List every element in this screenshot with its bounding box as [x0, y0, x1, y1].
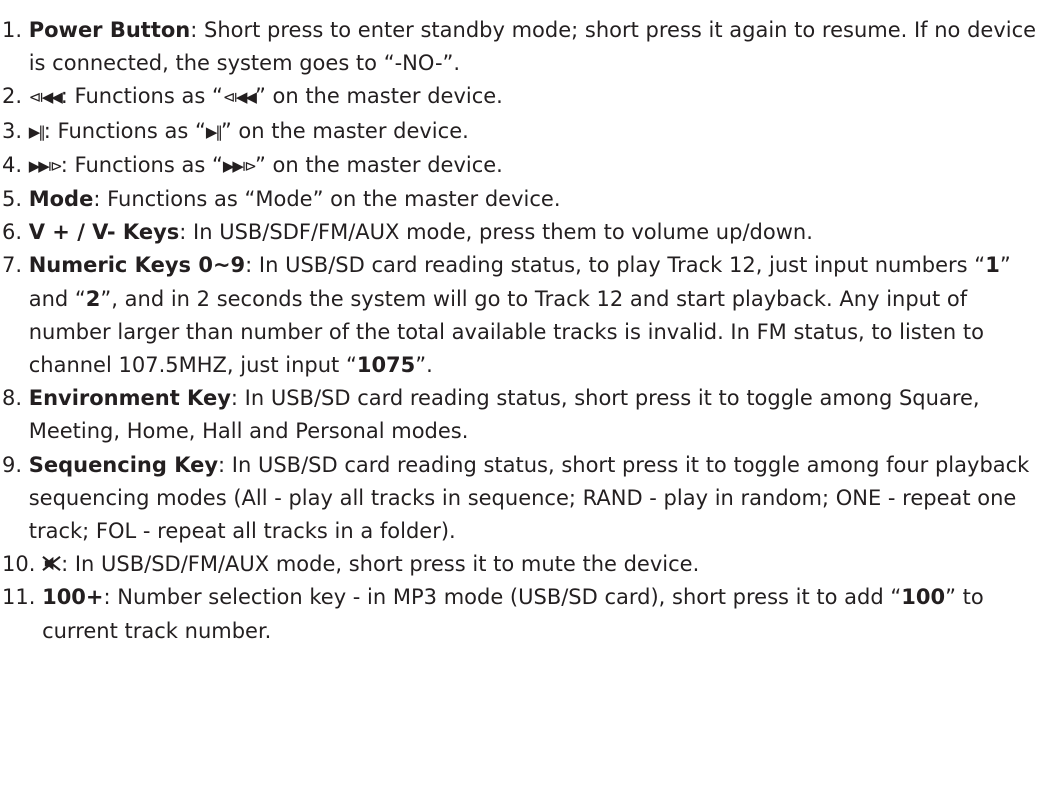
list-item-mute: 10. : In USB/SD/FM/AUX mode, short press…	[2, 548, 1037, 581]
item-number: 5.	[2, 187, 29, 212]
item-text: ” on the master device.	[220, 118, 469, 143]
item-text: ”.	[415, 353, 433, 378]
item-number: 1.	[2, 18, 29, 42]
item-text: : In USB/SDF/FM/AUX mode, press them to …	[179, 220, 813, 245]
item-text: : Functions as “	[60, 84, 223, 109]
instruction-list: 1. Power Button: Short press to enter st…	[0, 0, 1037, 648]
list-item-next: 4. ▶▶⧐: Functions as “▶▶⧐” on the master…	[2, 149, 1037, 183]
previous-icon: ⧏◀◀	[28, 88, 63, 107]
item-term: Numeric Keys 0~9	[28, 253, 246, 278]
item-number: 7.	[2, 253, 29, 278]
item-term: 100+	[42, 585, 104, 610]
item-number: 2.	[2, 84, 29, 109]
list-item-power: 1. Power Button: Short press to enter st…	[2, 14, 1037, 80]
item-number: 4.	[2, 152, 29, 177]
item-term: V + / V- Keys	[28, 220, 180, 245]
next-icon: ▶▶⧐	[222, 156, 257, 175]
item-number: 8.	[2, 386, 29, 411]
list-item-100plus: 11. 100+: Number selection key - in MP3 …	[2, 581, 1037, 647]
item-text: : Functions as “	[43, 118, 206, 143]
item-number: 3.	[2, 118, 29, 143]
item-text: ”, and in 2 seconds the system will go t…	[28, 286, 984, 378]
item-term: Mode	[28, 187, 94, 212]
previous-icon: ⧏◀◀	[222, 88, 257, 107]
play-pause-icon: ▶‖	[205, 122, 223, 141]
item-bold-value: 2	[85, 286, 101, 311]
item-number: 10.	[2, 552, 43, 577]
play-pause-icon: ▶‖	[28, 122, 46, 141]
item-bold-value: 100	[901, 585, 946, 610]
list-item-play-pause: 3. ▶‖: Functions as “▶‖” on the master d…	[2, 115, 1037, 149]
mute-icon	[42, 556, 61, 572]
item-term: Power Button	[28, 18, 191, 42]
list-item-volume: 6. V + / V- Keys: In USB/SDF/FM/AUX mode…	[2, 216, 1037, 249]
list-item-numeric-keys: 7. Numeric Keys 0~9: In USB/SD card read…	[2, 249, 1037, 382]
item-term: Environment Key	[28, 386, 231, 411]
item-number: 11.	[2, 585, 43, 610]
item-number: 6.	[2, 220, 29, 245]
item-text: ” on the master device.	[254, 84, 503, 109]
list-item-mode: 5. Mode: Functions as “Mode” on the mast…	[2, 183, 1037, 216]
item-text: : Functions as “	[60, 152, 223, 177]
item-bold-value: 1075	[356, 353, 416, 378]
item-term: Sequencing Key	[28, 452, 219, 477]
list-item-sequencing: 9. Sequencing Key: In USB/SD card readin…	[2, 449, 1037, 549]
list-item-previous: 2. ⧏◀◀: Functions as “⧏◀◀” on the master…	[2, 80, 1037, 114]
item-number: 9.	[2, 452, 29, 477]
next-icon: ▶▶⧐	[28, 156, 63, 175]
item-text: : Functions as “Mode” on the master devi…	[93, 187, 561, 212]
item-text: : In USB/SD/FM/AUX mode, short press it …	[61, 552, 700, 577]
list-item-environment: 8. Environment Key: In USB/SD card readi…	[2, 382, 1037, 448]
item-text: : Number selection key - in MP3 mode (US…	[103, 585, 902, 610]
item-text: ” on the master device.	[254, 152, 503, 177]
item-bold-value: 1	[985, 253, 1000, 278]
item-text: : In USB/SD card reading status, to play…	[245, 253, 986, 278]
